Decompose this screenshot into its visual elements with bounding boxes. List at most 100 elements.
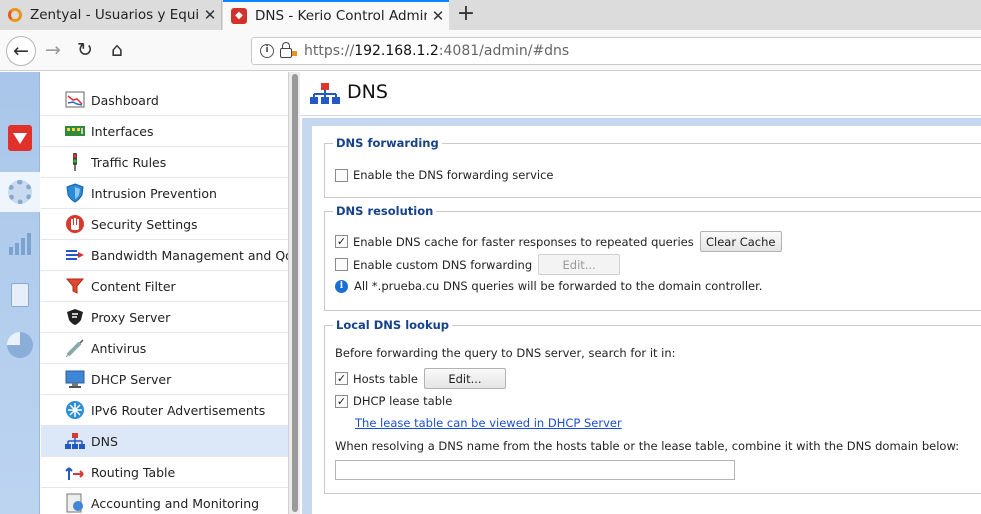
pie-chart-icon	[7, 332, 33, 358]
nav-item-proxy-server[interactable]: Proxy Server	[41, 302, 288, 333]
insecure-lock-icon[interactable]	[280, 42, 297, 58]
nav-item-label: Bandwidth Management and QoS	[91, 247, 288, 263]
nav-item-traffic-rules[interactable]: Traffic Rules	[41, 147, 288, 178]
page-title: DNS	[347, 81, 388, 103]
url-text: https://192.168.1.2:4081/admin/#dns	[304, 43, 569, 59]
page-body: DNS forwarding Enable the DNS forwarding…	[302, 118, 981, 514]
section-legend: DNS forwarding	[336, 136, 439, 150]
funnel-icon	[65, 276, 85, 296]
rail-status-button[interactable]	[0, 325, 40, 365]
browser-tab-zentyal[interactable]: Zentyal - Usuarios y Equipos ✕	[0, 0, 222, 30]
dns-domain-input[interactable]	[335, 460, 735, 480]
hosts-table-row: ✓ Hosts table Edit...	[335, 368, 506, 389]
bar-chart-icon	[9, 233, 31, 255]
nav-item-label: DHCP Server	[91, 371, 172, 387]
dhcp-lease-label: DHCP lease table	[353, 394, 453, 408]
enable-forwarding-label: Enable the DNS forwarding service	[353, 168, 554, 182]
nav-item-label: IPv6 Router Advertisements	[91, 402, 266, 418]
section-legend: Local DNS lookup	[336, 318, 450, 332]
forwarding-info-text: All *.prueba.cu DNS queries will be forw…	[354, 279, 763, 293]
routing-icon	[65, 462, 85, 482]
custom-forwarding-row: Enable custom DNS forwarding Edit...	[335, 254, 621, 275]
nav-item-label: Content Filter	[91, 278, 176, 294]
page-header: DNS	[300, 72, 981, 116]
rail-configuration-button[interactable]	[0, 172, 40, 212]
red-shield-icon	[8, 125, 32, 151]
back-button[interactable]: ←	[6, 36, 36, 66]
nav-item-dns[interactable]: DNS	[41, 426, 288, 457]
nav-item-label: Routing Table	[91, 464, 176, 480]
enable-forwarding-row: Enable the DNS forwarding service	[335, 168, 554, 182]
close-tab-icon[interactable]: ✕	[199, 6, 221, 24]
dns-settings-panel: DNS forwarding Enable the DNS forwarding…	[312, 126, 981, 514]
hand-icon	[65, 214, 85, 234]
reload-button[interactable]: ↻	[70, 36, 100, 66]
dns-tree-icon	[310, 82, 340, 109]
enable-forwarding-checkbox[interactable]	[335, 168, 348, 182]
close-tab-icon[interactable]: ✕	[427, 7, 449, 25]
dns-resolution-section: DNS resolution ✓ Enable DNS cache for fa…	[324, 204, 981, 311]
new-tab-button[interactable]: +	[452, 0, 480, 30]
browser-tab-kerio-dns[interactable]: ◆ DNS - Kerio Control Administration ✕	[223, 0, 449, 30]
dhcp-lease-checkbox[interactable]: ✓	[335, 394, 348, 408]
zentyal-favicon-icon	[8, 8, 22, 22]
nav-item-intrusion-prevention[interactable]: Intrusion Prevention	[41, 178, 288, 209]
browser-nav-bar: ← → ↻ ⌂ i https://192.168.1.2:4081/admin…	[0, 30, 981, 71]
section-legend: DNS resolution	[336, 204, 434, 218]
syringe-icon	[65, 338, 85, 358]
rail-statistics-button[interactable]	[0, 224, 40, 264]
forwarding-info-row: i All *.prueba.cu DNS queries will be fo…	[335, 279, 762, 293]
nav-item-label: Interfaces	[91, 123, 154, 139]
dns-cache-checkbox[interactable]: ✓	[335, 235, 348, 248]
custom-forwarding-label: Enable custom DNS forwarding	[353, 257, 533, 272]
info-icon: i	[335, 279, 348, 293]
nav-item-accounting-monitoring[interactable]: Accounting and Monitoring	[41, 488, 288, 514]
proxy-shield-icon	[65, 307, 85, 327]
nav-item-label: Security Settings	[91, 216, 198, 232]
tab-title: DNS - Kerio Control Administration	[255, 8, 427, 24]
forward-button[interactable]: →	[38, 36, 68, 66]
browser-tab-strip: Zentyal - Usuarios y Equipos ✕ ◆ DNS - K…	[0, 0, 981, 30]
site-info-icon[interactable]: i	[260, 44, 274, 58]
nav-item-ipv6-router-advertisements[interactable]: IPv6 Router Advertisements	[41, 395, 288, 426]
dns-cache-label: Enable DNS cache for faster responses to…	[353, 234, 694, 249]
nav-item-dashboard[interactable]: Dashboard	[41, 85, 288, 116]
nav-item-security-settings[interactable]: Security Settings	[41, 209, 288, 240]
nav-item-label: Antivirus	[91, 340, 147, 356]
gear-icon	[8, 180, 32, 204]
app-icon-rail	[0, 72, 40, 514]
nav-item-dhcp-server[interactable]: DHCP Server	[41, 364, 288, 395]
configuration-nav-tree: Dashboard Interfaces Traffic Rules Intru…	[41, 72, 288, 514]
nav-item-routing-table[interactable]: Routing Table	[41, 457, 288, 488]
nav-scrollbar[interactable]	[288, 72, 300, 514]
rail-security-button[interactable]	[0, 118, 40, 158]
shield-icon	[65, 183, 85, 203]
nav-item-interfaces[interactable]: Interfaces	[41, 116, 288, 147]
main-content: DNS DNS forwarding Enable the DNS forwar…	[300, 72, 981, 514]
url-host: 192.168.1.2	[354, 43, 439, 59]
ipv6-icon	[65, 400, 85, 420]
document-icon	[11, 283, 29, 307]
dns-tree-icon	[65, 431, 85, 451]
nav-item-content-filter[interactable]: Content Filter	[41, 271, 288, 302]
home-button[interactable]: ⌂	[102, 36, 132, 66]
custom-forwarding-edit-button[interactable]: Edit...	[538, 254, 621, 275]
bandwidth-icon	[65, 245, 85, 265]
custom-forwarding-checkbox[interactable]	[335, 258, 348, 271]
local-dns-lookup-section: Local DNS lookup Before forwarding the q…	[324, 318, 981, 494]
nav-item-bandwidth-management[interactable]: Bandwidth Management and QoS	[41, 240, 288, 271]
nav-item-antivirus[interactable]: Antivirus	[41, 333, 288, 364]
nav-item-label: Dashboard	[91, 92, 159, 108]
lookup-intro-text: Before forwarding the query to DNS serve…	[335, 346, 676, 360]
hosts-table-checkbox[interactable]: ✓	[335, 372, 348, 385]
clear-cache-button[interactable]: Clear Cache	[699, 231, 782, 252]
lease-table-link[interactable]: The lease table can be viewed in DHCP Se…	[355, 416, 622, 430]
hosts-table-edit-button[interactable]: Edit...	[423, 368, 506, 389]
dns-cache-row: ✓ Enable DNS cache for faster responses …	[335, 231, 782, 252]
lease-link-row: The lease table can be viewed in DHCP Se…	[355, 416, 622, 430]
address-bar[interactable]: i https://192.168.1.2:4081/admin/#dns	[251, 37, 981, 65]
nav-item-label: DNS	[91, 433, 118, 449]
accounting-icon	[65, 493, 85, 513]
traffic-light-icon	[65, 152, 85, 172]
rail-logs-button[interactable]	[0, 275, 40, 315]
